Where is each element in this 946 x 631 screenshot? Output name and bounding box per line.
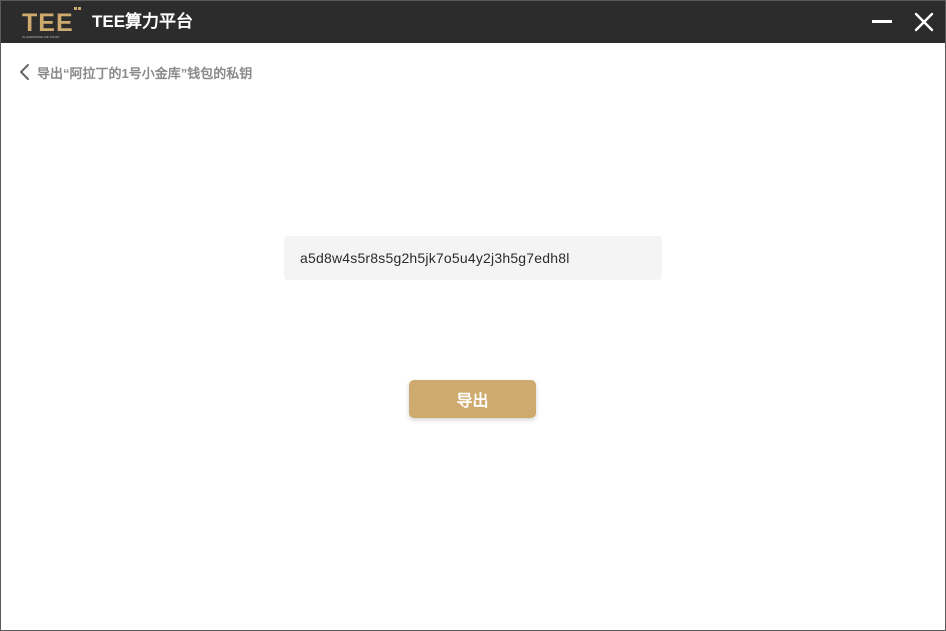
minimize-icon: [872, 20, 892, 23]
close-button[interactable]: [911, 9, 937, 35]
minimize-button[interactable]: [869, 9, 895, 35]
logo-tagline: IN HARDWARE WE TRUST: [22, 35, 60, 39]
chevron-left-icon: [18, 63, 32, 81]
back-navigation[interactable]: 导出“阿拉丁的1号小金库”钱包的私钥: [18, 61, 252, 83]
private-key-field: a5d8w4s5r8s5g2h5jk7o5u4y2j3h5g7edh8l: [284, 236, 662, 280]
app-window: TEE IN HARDWARE WE TRUST TEE算力平台 导出“阿拉丁的…: [0, 0, 946, 631]
page-title: 导出“阿拉丁的1号小金库”钱包的私钥: [37, 65, 253, 81]
app-title: TEE算力平台: [92, 12, 194, 31]
close-icon: [914, 12, 934, 32]
private-key-value: a5d8w4s5r8s5g2h5jk7o5u4y2j3h5g7edh8l: [300, 250, 570, 266]
title-bar: TEE IN HARDWARE WE TRUST TEE算力平台: [1, 1, 945, 43]
tee-logo: TEE IN HARDWARE WE TRUST: [19, 4, 81, 40]
export-button-label: 导出: [456, 393, 489, 410]
export-button[interactable]: 导出: [409, 380, 536, 418]
logo-text: TEE: [22, 9, 74, 37]
